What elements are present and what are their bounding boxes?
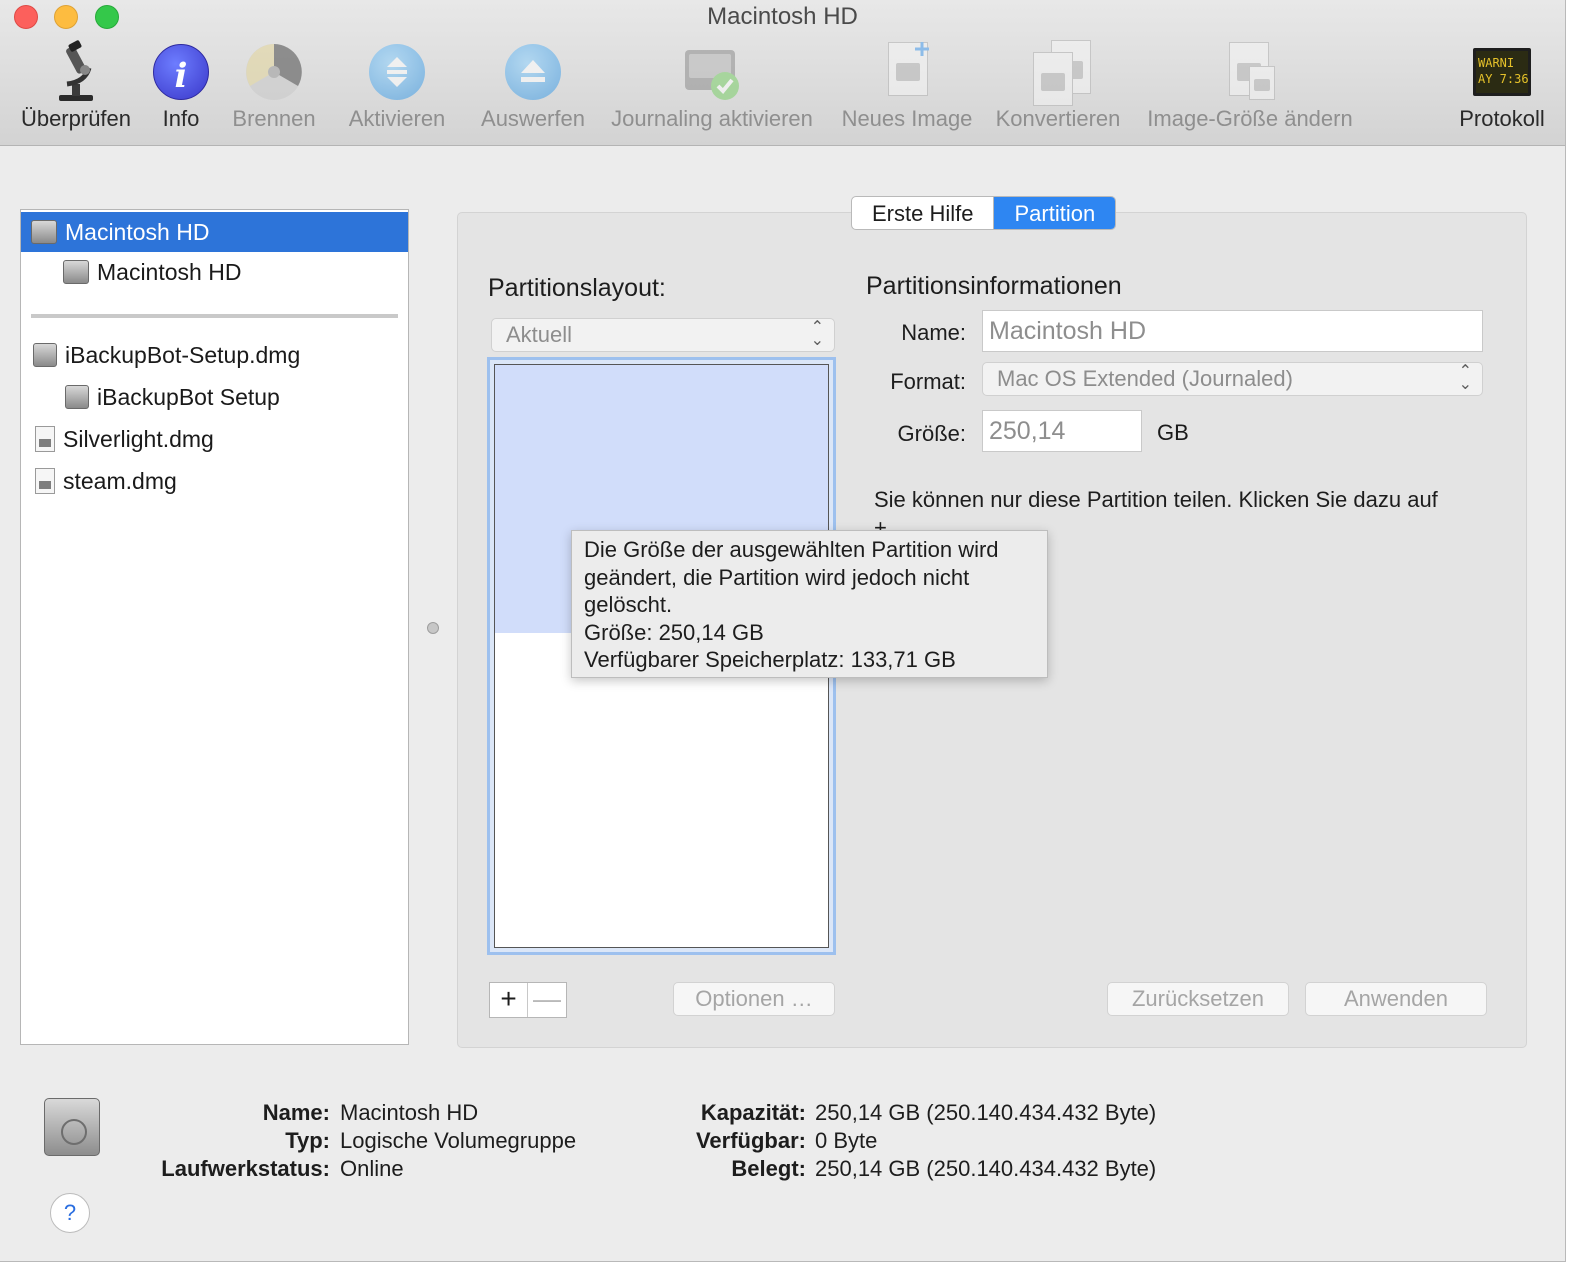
toolbar-info-button[interactable]: i Info (150, 40, 212, 132)
info-status-key: Laufwerkstatus: (161, 1156, 330, 1181)
volume-icon (63, 260, 89, 284)
title-toolbar: Macintosh HD Überprüfen i Info Brennen A… (0, 0, 1565, 146)
partition-info-heading: Partitionsinformationen (866, 272, 1122, 300)
info-capacity-value: 250,14 GB (250.140.434.432 Byte) (815, 1100, 1157, 1125)
info-capacity-key: Kapazität: (700, 1100, 806, 1125)
size-label: Größe: (897, 421, 966, 446)
svg-text:AY 7:36: AY 7:36 (1478, 72, 1529, 86)
partition-tooltip: Die Größe der ausgewählten Partition wir… (571, 530, 1048, 678)
tab-partition[interactable]: Partition (994, 197, 1116, 229)
dmg-file-icon (35, 426, 55, 452)
info-used-key: Belegt: (731, 1156, 806, 1181)
toolbar-convert-button[interactable]: Konvertieren (990, 40, 1126, 132)
split-view-handle[interactable] (427, 622, 439, 634)
format-select[interactable]: Mac OS Extended (Journaled) ⌃ ⌄ (982, 362, 1483, 396)
name-label: Name: (901, 320, 966, 345)
info-icon: i (150, 40, 212, 104)
info-type-key: Typ: (285, 1128, 330, 1153)
sidebar-item-ibackupbot-volume[interactable]: iBackupBot Setup (21, 377, 408, 417)
sidebar-item-ibackupbot-dmg[interactable]: iBackupBot-Setup.dmg (21, 335, 408, 375)
sidebar-separator (31, 314, 398, 318)
partition-layout-select[interactable]: Aktuell ⌃ ⌄ (491, 318, 835, 352)
eject-icon (502, 40, 564, 104)
drive-icon (31, 220, 57, 244)
drive-icon (44, 1098, 100, 1156)
partition-size-field[interactable]: 250,14 (982, 410, 1142, 452)
remove-partition-button[interactable]: — (528, 983, 566, 1017)
microscope-icon (45, 40, 107, 104)
info-available-key: Verfügbar: (695, 1128, 806, 1153)
toolbar-new-image-button[interactable]: Neues Image (836, 40, 978, 132)
sidebar-item-macintosh-hd-volume[interactable]: Macintosh HD (21, 252, 408, 292)
disk-utility-window: Macintosh HD Überprüfen i Info Brennen A… (0, 0, 1566, 1262)
dmg-file-icon (35, 468, 55, 494)
help-button[interactable]: ? (50, 1193, 90, 1233)
info-name-value: Macintosh HD (340, 1100, 479, 1125)
volume-icon (65, 385, 89, 409)
disk-list-sidebar: Macintosh HD Macintosh HD iBackupBot-Set… (20, 209, 409, 1045)
toolbar-journaling-button[interactable]: Journaling aktivieren (602, 40, 822, 132)
toolbar-mount-button[interactable]: Aktivieren (343, 40, 451, 132)
apply-button[interactable]: Anwenden (1305, 982, 1487, 1016)
add-partition-button[interactable]: + (490, 983, 528, 1017)
info-used-value: 250,14 GB (250.140.434.432 Byte) (815, 1156, 1157, 1181)
convert-icon (1027, 40, 1091, 106)
window-title: Macintosh HD (707, 3, 858, 30)
toolbar-eject-button[interactable]: Auswerfen (474, 40, 592, 132)
sidebar-item-steam-dmg[interactable]: steam.dmg (21, 461, 408, 501)
svg-text:WARNI: WARNI (1478, 56, 1514, 70)
resize-image-icon (1219, 40, 1281, 104)
toolbar-resize-image-button[interactable]: Image-Größe ändern (1138, 40, 1362, 132)
journaling-icon (681, 40, 743, 104)
burn-icon (243, 40, 305, 104)
add-remove-partition-control: + — (489, 982, 567, 1018)
info-status-value: Online (340, 1156, 404, 1181)
mount-icon (366, 40, 428, 104)
info-name-key: Name: (262, 1100, 330, 1125)
svg-text:i: i (175, 56, 188, 96)
toolbar-log-button[interactable]: WARNI AY 7:36 Protokoll (1452, 40, 1552, 132)
select-arrows-icon: ⌃ ⌄ (1458, 363, 1472, 393)
sidebar-item-silverlight-dmg[interactable]: Silverlight.dmg (21, 419, 408, 459)
sidebar-item-macintosh-hd-drive[interactable]: Macintosh HD (21, 212, 408, 252)
reset-button[interactable]: Zurücksetzen (1107, 982, 1289, 1016)
new-image-icon (876, 40, 938, 104)
info-type-value: Logische Volumegruppe (340, 1128, 577, 1153)
partition-layout-heading: Partitionslayout: (488, 274, 666, 302)
partition-name-field[interactable]: Macintosh HD (982, 310, 1483, 352)
format-label: Format: (890, 369, 966, 394)
disk-image-icon (33, 343, 57, 367)
info-available-value: 0 Byte (815, 1128, 878, 1153)
tab-first-aid[interactable]: Erste Hilfe (852, 197, 995, 229)
toolbar-verify-button[interactable]: Überprüfen (16, 40, 136, 132)
log-icon: WARNI AY 7:36 (1471, 40, 1533, 104)
toolbar-burn-button[interactable]: Brennen (228, 40, 320, 132)
tab-segmented-control: Erste Hilfe Partition (851, 196, 1117, 230)
options-button[interactable]: Optionen … (673, 982, 835, 1016)
size-unit: GB (1157, 420, 1189, 445)
